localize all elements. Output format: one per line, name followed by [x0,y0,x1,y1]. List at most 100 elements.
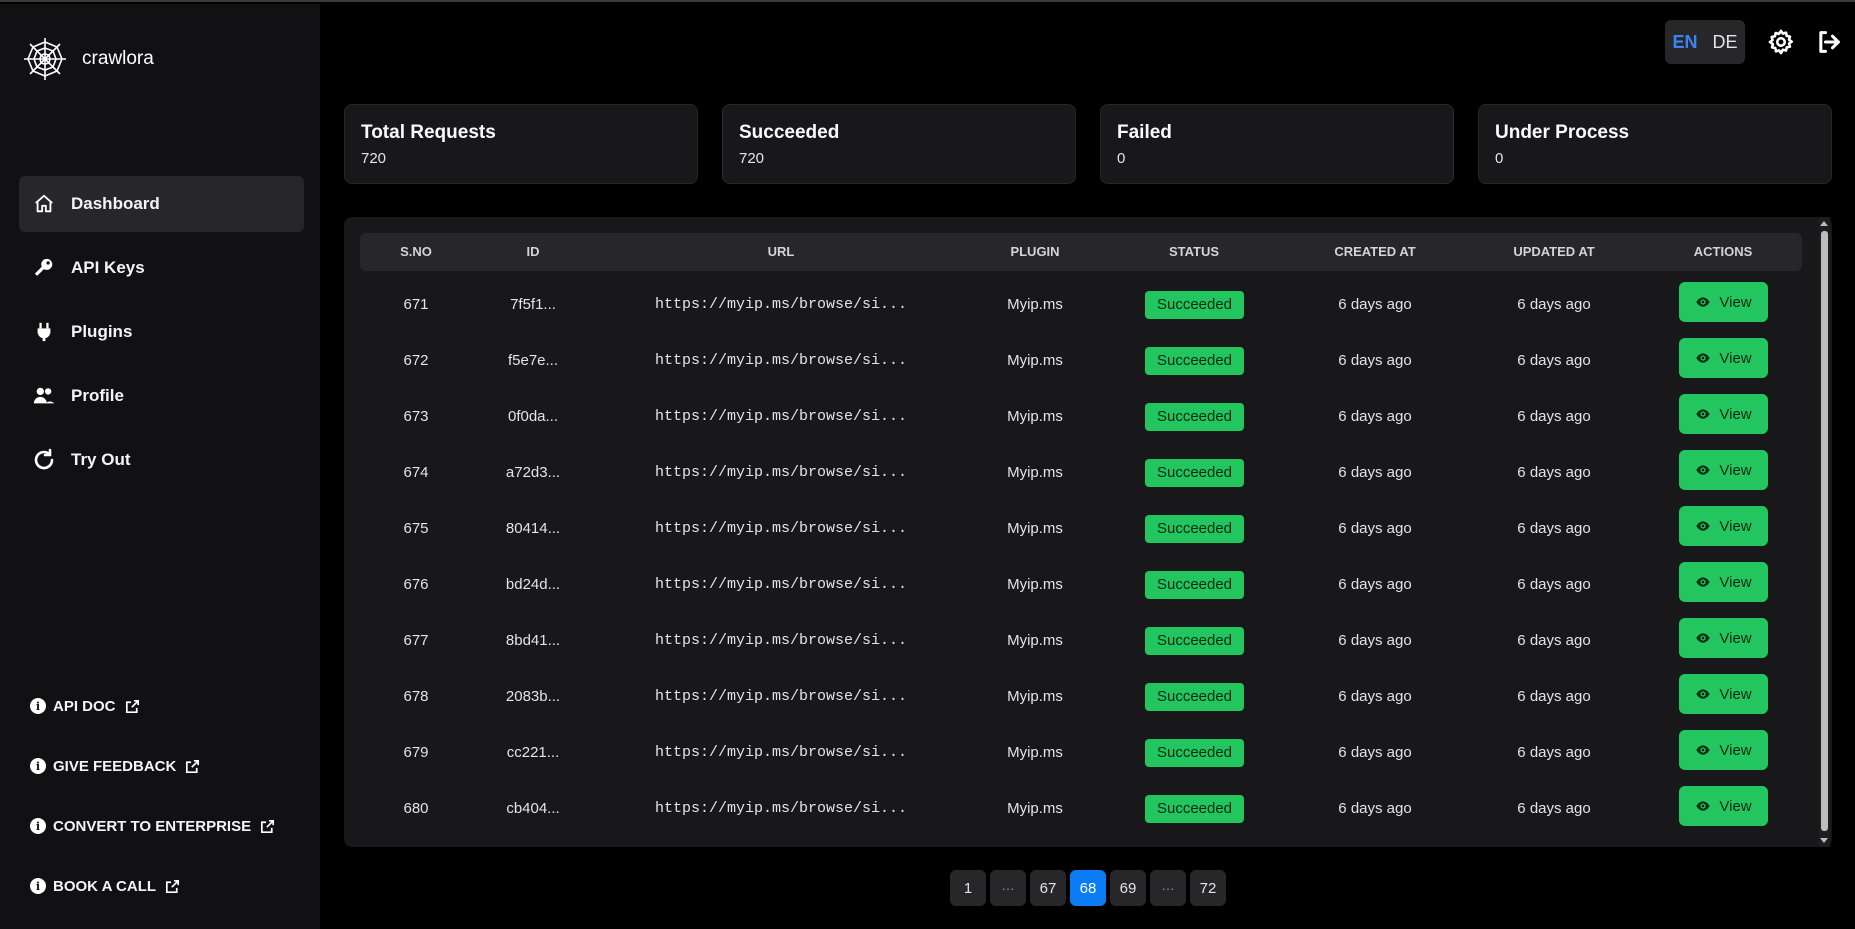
link-label: BOOK A CALL [53,877,157,895]
table-row: 678 2083b... https://myip.ms/browse/si... M… [360,669,1802,725]
key-icon [31,255,57,281]
view-button[interactable]: View [1679,394,1768,434]
cell-url: https://myip.ms/browse/si... [654,296,908,313]
gear-icon[interactable] [1767,28,1795,56]
link-label: GIVE FEEDBACK [53,757,177,775]
cell-created-at: 6 days ago [1338,520,1412,537]
view-button[interactable]: View [1679,450,1768,490]
table-scrollbar[interactable] [1819,217,1830,847]
table-row: 677 8bd41... https://myip.ms/browse/si... M… [360,613,1802,669]
view-button[interactable]: View [1679,730,1768,770]
page-button-68-current[interactable]: 68 [1070,870,1106,906]
convert-to-enterprise-link[interactable]: i CONVERT TO ENTERPRISE [30,812,276,840]
sidebar-item-label: Dashboard [71,194,160,213]
page-button-1[interactable]: 1 [950,870,986,906]
view-button[interactable]: View [1679,674,1768,714]
link-label: API DOC [53,697,116,715]
link-label: CONVERT TO ENTERPRISE [53,817,252,835]
scrollbar-thumb[interactable] [1821,231,1828,831]
cell-plugin: Myip.ms [1007,576,1063,593]
cell-url: https://myip.ms/browse/si... [654,464,908,481]
view-button[interactable]: View [1679,282,1768,322]
page-button-69[interactable]: 69 [1110,870,1146,906]
book-a-call-link[interactable]: i BOOK A CALL [30,872,276,900]
lang-de-button[interactable]: DE [1712,32,1737,53]
column-header-plugin: PLUGIN [1010,244,1060,259]
stat-value: 720 [361,150,387,167]
cell-id: 80414... [505,520,561,537]
cell-id: bd24d... [505,576,561,593]
view-button[interactable]: View [1679,338,1768,378]
view-button[interactable]: View [1679,618,1768,658]
page-button-67[interactable]: 67 [1030,870,1066,906]
app-window: crawlora Dashboard API Keys Plugins Prof… [0,0,1855,929]
page-button-72[interactable]: 72 [1190,870,1226,906]
status-badge: Succeeded [1145,459,1244,487]
page-ellipsis[interactable]: ··· [990,870,1026,906]
sidebar-item-label: Profile [71,386,124,405]
status-badge: Succeeded [1145,683,1244,711]
column-header-actions: ACTIONS [1693,244,1753,259]
view-button[interactable]: View [1679,562,1768,602]
sidebar-item-dashboard[interactable]: Dashboard [19,176,304,232]
page-ellipsis[interactable]: ··· [1150,870,1186,906]
column-header-created-at: CREATED AT [1334,244,1416,259]
cell-sno: 679 [403,744,429,761]
column-header-sno: S.NO [400,244,432,259]
stat-value: 0 [1495,150,1504,167]
column-header-url: URL [767,244,795,259]
cell-id: f5e7e... [507,352,559,369]
give-feedback-link[interactable]: i GIVE FEEDBACK [30,752,276,780]
cell-created-at: 6 days ago [1338,296,1412,313]
cell-updated-at: 6 days ago [1517,296,1591,313]
status-badge: Succeeded [1145,795,1244,823]
stat-card-failed: Failed 0 [1100,104,1454,184]
cell-sno: 672 [403,352,429,369]
scroll-up-arrow-icon[interactable] [1820,221,1828,226]
sidebar-item-label: API Keys [71,258,145,277]
view-button[interactable]: View [1679,786,1768,826]
external-link-icon [166,879,180,893]
sidebar: crawlora Dashboard API Keys Plugins Prof… [0,4,320,929]
eye-icon [1695,630,1719,646]
cell-sno: 675 [403,520,429,537]
eye-icon [1695,686,1719,702]
cell-id: a72d3... [505,464,561,481]
scroll-down-arrow-icon[interactable] [1820,838,1828,843]
info-icon: i [30,698,46,714]
sidebar-links: i API DOC i GIVE FEEDBACK i CONVERT TO E… [30,692,276,929]
sidebar-item-try-out[interactable]: Try Out [19,432,304,488]
table-row: 674 a72d3... https://myip.ms/browse/si... M… [360,445,1802,501]
stat-title: Total Requests [361,122,496,143]
cell-sno: 676 [403,576,429,593]
sidebar-item-api-keys[interactable]: API Keys [19,240,304,296]
eye-icon [1695,574,1719,590]
cell-url: https://myip.ms/browse/si... [654,576,908,593]
api-doc-link[interactable]: i API DOC [30,692,276,720]
cell-created-at: 6 days ago [1338,688,1412,705]
stat-title: Succeeded [739,122,840,143]
sidebar-item-plugins[interactable]: Plugins [19,304,304,360]
cell-url: https://myip.ms/browse/si... [654,744,908,761]
lang-en-button[interactable]: EN [1672,32,1697,53]
view-button-label: View [1719,741,1752,759]
eye-icon [1695,518,1719,534]
cell-plugin: Myip.ms [1007,520,1063,537]
table-row: 673 0f0da... https://myip.ms/browse/si... M… [360,389,1802,445]
info-icon: i [30,758,46,774]
view-button[interactable]: View [1679,506,1768,546]
external-link-icon [125,699,139,713]
brand[interactable]: crawlora [22,36,154,82]
sidebar-item-profile[interactable]: Profile [19,368,304,424]
cell-updated-at: 6 days ago [1517,576,1591,593]
cell-sno: 674 [403,464,429,481]
status-badge: Succeeded [1145,515,1244,543]
cell-updated-at: 6 days ago [1517,688,1591,705]
cell-updated-at: 6 days ago [1517,632,1591,649]
app-name: crawlora [82,48,154,69]
cell-updated-at: 6 days ago [1517,464,1591,481]
view-button-label: View [1719,517,1752,535]
cell-created-at: 6 days ago [1338,464,1412,481]
sidebar-item-label: Try Out [71,450,131,469]
logout-icon[interactable] [1815,28,1843,56]
